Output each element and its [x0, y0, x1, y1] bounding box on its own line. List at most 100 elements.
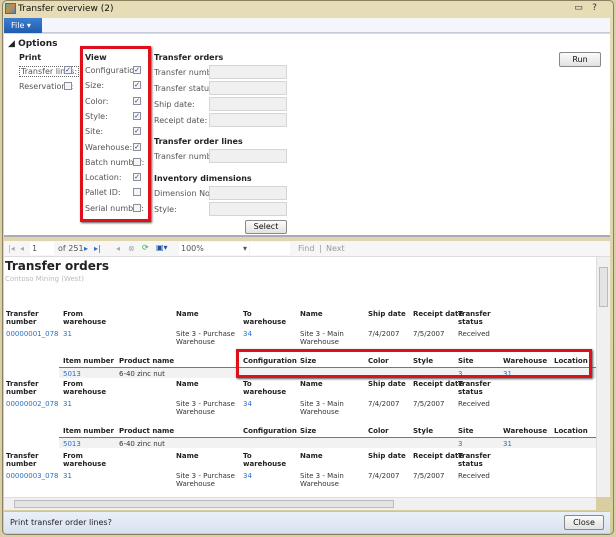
filter-field-input[interactable] [209, 65, 287, 79]
report-title: Transfer orders [5, 259, 109, 273]
filter-field-input[interactable] [209, 81, 287, 95]
view-option-label: Site: [85, 127, 104, 137]
order-cell[interactable]: 00000002_078 [6, 400, 59, 408]
order-cell[interactable]: 31 [63, 472, 115, 480]
filter-field-input[interactable] [209, 149, 287, 163]
view-heading: View [85, 53, 107, 62]
view-option-checkbox[interactable]: ✓ [133, 111, 141, 120]
view-option-checkbox[interactable]: ✓ [133, 66, 141, 74]
order-cell: Site 3 - Main Warehouse [300, 472, 344, 488]
last-page-icon[interactable]: ▸| [94, 244, 101, 253]
order-cell: Site 3 - Main Warehouse [300, 330, 344, 346]
find-input[interactable] [250, 242, 290, 255]
filter-field-input[interactable] [209, 186, 287, 200]
order-column-header: From warehouse [63, 380, 107, 396]
order-cell[interactable]: 34 [243, 400, 295, 408]
options-heading: Options [18, 39, 58, 49]
order-cell: Site 3 - Purchase Warehouse [176, 400, 235, 416]
page-input[interactable]: 1 [30, 242, 54, 255]
refresh-icon[interactable]: ⟳ [142, 243, 149, 252]
view-option-label: Size: [85, 81, 105, 91]
view-option-checkbox[interactable]: ✓ [133, 142, 141, 151]
line-column-header: Style [413, 427, 434, 435]
line-column-header: Item number [63, 427, 114, 435]
run-button[interactable]: Run [559, 52, 601, 67]
view-option-checkbox[interactable] [133, 157, 141, 166]
filter-field-input[interactable] [209, 202, 287, 216]
line-cell[interactable]: 3 [458, 440, 462, 448]
next-page-icon[interactable]: ▸ [84, 244, 88, 253]
line-cell: 6-40 zinc nut [119, 370, 165, 378]
dimensions-highlight-box [236, 349, 592, 378]
order-column-header: To warehouse [243, 452, 287, 468]
order-column-header: Name [300, 452, 323, 460]
view-option-label: Style: [85, 111, 108, 121]
filter-field-label: Transfer status: [154, 84, 216, 93]
ribbon [4, 18, 610, 33]
order-column-header: Transfer status [458, 452, 491, 468]
line-column-header: Product name [119, 427, 175, 435]
order-column-header: Transfer number [6, 452, 39, 468]
filter-field-input[interactable] [209, 97, 287, 111]
options-toggle[interactable]: ◢ Options [8, 39, 58, 49]
help-icon[interactable]: ? [588, 3, 601, 15]
print-option-checkbox[interactable] [64, 82, 72, 90]
of-label: of [58, 244, 66, 253]
line-column-header: Warehouse [503, 427, 548, 435]
filter-field-label: Dimension No. [154, 189, 213, 198]
order-cell: Site 3 - Purchase Warehouse [176, 472, 235, 488]
order-cell[interactable]: 00000003_078 [6, 472, 59, 480]
view-option-label: Location: [85, 173, 122, 183]
order-cell: Site 3 - Purchase Warehouse [176, 330, 235, 346]
order-column-header: Name [176, 380, 199, 388]
find-link[interactable]: Find [298, 244, 314, 253]
view-option-label: Color: [85, 96, 109, 106]
total-pages: 251 [68, 244, 84, 253]
view-option-checkbox[interactable] [133, 203, 141, 212]
line-column-header: Item number [63, 357, 114, 365]
layout-icon[interactable]: ▭ [572, 3, 585, 15]
order-column-header: Transfer status [458, 380, 491, 396]
view-option-checkbox[interactable]: ✓ [133, 173, 141, 182]
filter-field-input[interactable] [209, 113, 287, 127]
vertical-scrollbar[interactable] [596, 257, 610, 497]
prev-page-icon[interactable]: ◂ [20, 244, 24, 253]
next-link[interactable]: Next [326, 244, 345, 253]
order-cell: Site 3 - Main Warehouse [300, 400, 344, 416]
file-label: File [11, 21, 25, 30]
order-cell[interactable]: 31 [63, 330, 115, 338]
line-cell[interactable]: 31 [503, 440, 512, 448]
order-column-header: To warehouse [243, 310, 287, 326]
scroll-thumb[interactable] [599, 267, 608, 307]
line-cell[interactable]: 5013 [63, 370, 81, 378]
back-icon[interactable]: ◂ [116, 244, 120, 253]
view-option-checkbox[interactable] [133, 188, 141, 197]
order-cell[interactable]: 34 [243, 472, 295, 480]
select-button[interactable]: Select [245, 220, 287, 234]
first-page-icon[interactable]: |◂ [8, 244, 15, 253]
order-cell[interactable]: 31 [63, 400, 115, 408]
zoom-select[interactable]: 100% ▾ [179, 242, 249, 255]
order-column-header: Name [300, 310, 323, 318]
hscroll-thumb[interactable] [14, 500, 394, 508]
line-cell[interactable]: 5013 [63, 440, 81, 448]
view-option-checkbox[interactable]: ✓ [133, 81, 141, 90]
file-menu-button[interactable]: File ▾ [4, 18, 42, 33]
order-cell[interactable]: 00000001_078 [6, 330, 59, 338]
print-option-checkbox[interactable]: ✓ [64, 66, 72, 74]
close-button[interactable]: Close [564, 515, 604, 530]
stop-icon[interactable]: ⊗ [128, 244, 135, 253]
line-column-header: Configuration [243, 427, 297, 435]
order-cell[interactable]: 34 [243, 330, 295, 338]
horizontal-scrollbar[interactable] [4, 497, 596, 510]
view-option-checkbox[interactable]: ✓ [133, 127, 141, 136]
report-toolbar: |◂ ◂ 1 of 251 ▸ ▸| ◂ ⊗ ⟳ ▣▾ 100% ▾ Find |… [4, 241, 610, 257]
status-bar: Print transfer order lines? Close [4, 511, 610, 533]
transfer-order-lines-heading: Transfer order lines [154, 137, 243, 146]
order-column-header: Name [176, 310, 199, 318]
order-column-header: From warehouse [63, 452, 107, 468]
print-heading: Print [19, 53, 42, 62]
view-option-checkbox[interactable]: ✓ [133, 96, 141, 105]
export-icon[interactable]: ▣▾ [156, 243, 168, 252]
line-column-header: Site [458, 427, 474, 435]
